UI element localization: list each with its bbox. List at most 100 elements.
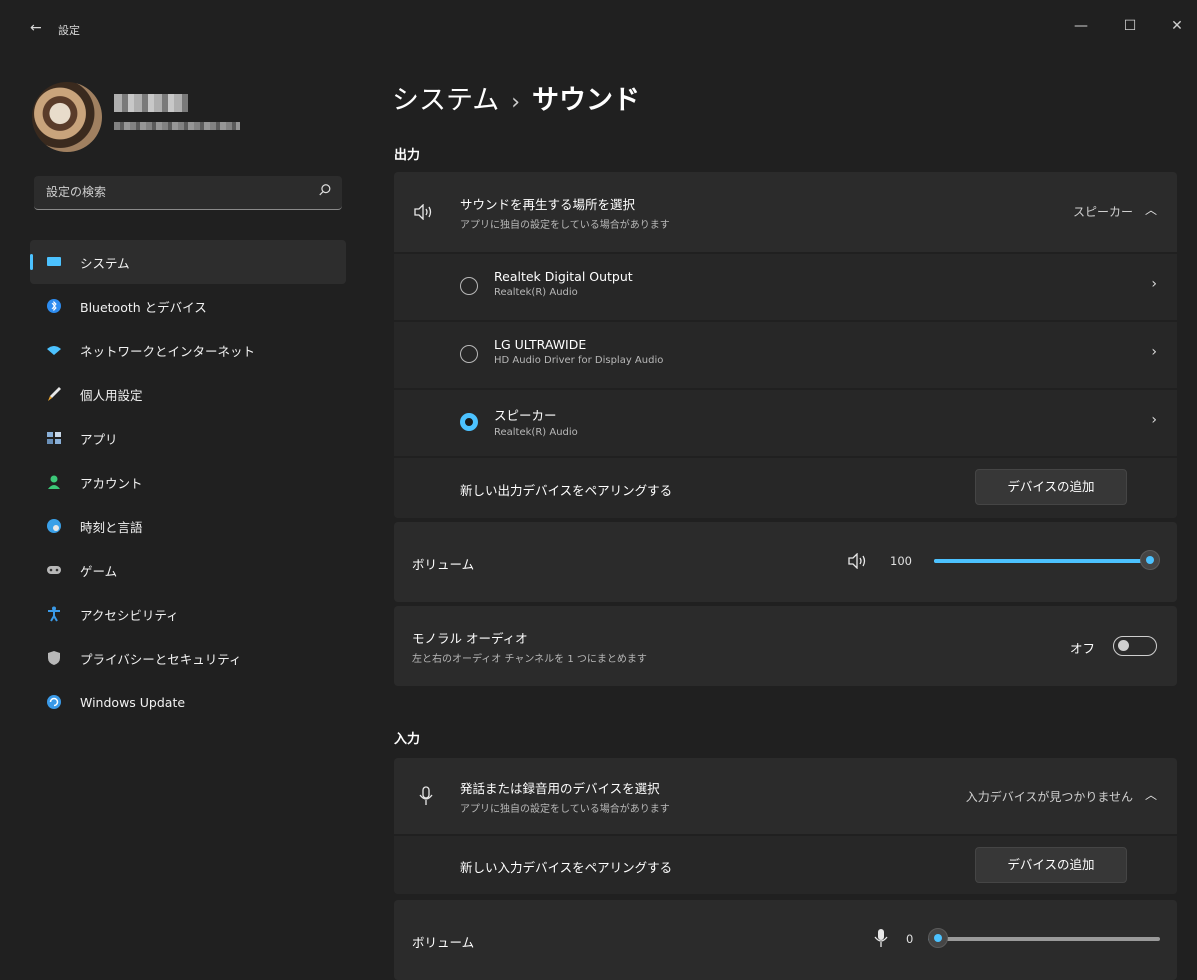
breadcrumb-parent[interactable]: システム: [392, 85, 499, 116]
mono-audio-card: モノラル オーディオ 左と右のオーディオ チャンネルを 1 つにまとめます オフ: [394, 606, 1177, 686]
add-input-device-button[interactable]: デバイスの追加: [975, 847, 1127, 883]
device-name: Realtek Digital Output: [494, 269, 633, 284]
display-icon: [46, 254, 62, 270]
radio-lg-ultrawide[interactable]: [460, 345, 478, 363]
radio-realtek-digital[interactable]: [460, 277, 478, 295]
output-volume-slider[interactable]: [934, 550, 1160, 572]
slider-track: [928, 937, 1160, 941]
app-title: 設定: [58, 24, 80, 37]
output-device-row[interactable]: LG ULTRAWIDE HD Audio Driver for Display…: [394, 322, 1177, 388]
bluetooth-icon: [46, 298, 62, 314]
sidebar-item-gaming[interactable]: ゲーム: [30, 548, 346, 592]
sidebar-item-label: 個人用設定: [80, 387, 143, 403]
output-section-header: 出力: [394, 148, 421, 163]
settings-window: ← 設定 — ☐ ✕ システム Bluetooth とデバイス ネットワークとイ…: [10, 8, 1197, 980]
output-device-row[interactable]: スピーカー Realtek(R) Audio ›: [394, 390, 1177, 456]
speaker-icon[interactable]: [848, 553, 870, 569]
input-section-header: 入力: [394, 732, 421, 747]
output-device-card: サウンドを再生する場所を選択 アプリに独自の設定をしている場合があります スピー…: [394, 172, 1177, 518]
sidebar-item-label: Windows Update: [80, 694, 186, 710]
pair-input-row: 新しい入力デバイスをペアリングする デバイスの追加: [394, 836, 1177, 894]
minimize-button[interactable]: —: [1066, 18, 1096, 34]
device-driver: Realtek(R) Audio: [494, 427, 578, 438]
update-icon: [46, 694, 62, 710]
user-name-blurred: [114, 94, 188, 112]
sidebar-item-label: アカウント: [80, 475, 143, 491]
mono-audio-title: モノラル オーディオ: [412, 631, 528, 646]
chevron-right-icon[interactable]: ›: [1151, 412, 1157, 428]
sidebar-item-accounts[interactable]: アカウント: [30, 460, 346, 504]
input-device-status: 入力デバイスが見つかりません: [965, 790, 1133, 804]
output-volume-card: ボリューム 100: [394, 522, 1177, 602]
sidebar-item-label: 時刻と言語: [80, 519, 143, 535]
shield-icon: [46, 650, 62, 666]
slider-thumb[interactable]: [928, 928, 948, 948]
input-volume-value: 0: [906, 932, 914, 946]
chevron-right-icon[interactable]: ›: [1151, 344, 1157, 360]
sidebar-item-privacy[interactable]: プライバシーとセキュリティ: [30, 636, 346, 680]
accessibility-icon: [46, 606, 62, 622]
output-select-header[interactable]: サウンドを再生する場所を選択 アプリに独自の設定をしている場合があります スピー…: [394, 172, 1177, 252]
sidebar-item-bluetooth[interactable]: Bluetooth とデバイス: [30, 284, 346, 328]
avatar[interactable]: [32, 82, 102, 152]
pair-input-label: 新しい入力デバイスをペアリングする: [460, 860, 673, 875]
input-select-title: 発話または録音用のデバイスを選択: [460, 781, 660, 796]
person-icon: [46, 474, 62, 490]
page-title: サウンド: [532, 85, 641, 116]
user-email-blurred: [114, 122, 240, 130]
input-volume-slider[interactable]: [928, 928, 1160, 950]
slider-thumb[interactable]: [1140, 550, 1160, 570]
search-icon[interactable]: [318, 183, 332, 197]
globe-clock-icon: [46, 518, 62, 534]
add-output-device-button[interactable]: デバイスの追加: [975, 469, 1127, 505]
device-name: LG ULTRAWIDE: [494, 337, 587, 352]
pair-output-label: 新しい出力デバイスをペアリングする: [460, 483, 673, 498]
sidebar-item-apps[interactable]: アプリ: [30, 416, 346, 460]
apps-icon: [46, 430, 62, 446]
microphone-icon[interactable]: [874, 928, 888, 948]
sidebar-item-label: プライバシーとセキュリティ: [80, 651, 242, 667]
settings-search-box[interactable]: [34, 176, 342, 210]
slider-fill: [934, 559, 1150, 563]
sidebar-item-system[interactable]: システム: [30, 240, 346, 284]
sidebar-item-time-language[interactable]: 時刻と言語: [30, 504, 346, 548]
sidebar-item-windows-update[interactable]: Windows Update: [30, 680, 346, 724]
chevron-up-icon[interactable]: ︿: [1145, 201, 1157, 218]
chevron-up-icon[interactable]: ︿: [1145, 786, 1157, 803]
close-button[interactable]: ✕: [1162, 18, 1192, 34]
back-arrow-icon[interactable]: ←: [30, 20, 42, 36]
input-volume-card: ボリューム 0: [394, 900, 1177, 980]
brush-icon: [46, 386, 62, 402]
sidebar-item-label: システム: [80, 255, 130, 271]
output-volume-label: ボリューム: [412, 557, 475, 572]
microphone-icon: [419, 786, 433, 805]
pair-output-row: 新しい出力デバイスをペアリングする デバイスの追加: [394, 458, 1177, 518]
sidebar-item-accessibility[interactable]: アクセシビリティ: [30, 592, 346, 636]
maximize-button[interactable]: ☐: [1115, 18, 1145, 34]
device-driver: Realtek(R) Audio: [494, 287, 578, 298]
output-volume-value: 100: [890, 554, 912, 568]
output-device-row[interactable]: Realtek Digital Output Realtek(R) Audio …: [394, 254, 1177, 320]
output-select-subtitle: アプリに独自の設定をしている場合があります: [460, 220, 670, 231]
input-volume-label: ボリューム: [412, 935, 475, 950]
device-driver: HD Audio Driver for Display Audio: [494, 355, 664, 366]
input-select-header[interactable]: 発話または録音用のデバイスを選択 アプリに独自の設定をしている場合があります 入…: [394, 758, 1177, 834]
radio-speaker[interactable]: [460, 413, 478, 431]
speaker-icon: [414, 204, 432, 220]
breadcrumb: システム › サウンド: [392, 78, 640, 117]
sidebar-item-label: ネットワークとインターネット: [80, 343, 256, 359]
mono-audio-toggle[interactable]: [1113, 636, 1157, 656]
mono-audio-subtitle: 左と右のオーディオ チャンネルを 1 つにまとめます: [412, 654, 647, 665]
search-input[interactable]: [44, 184, 308, 200]
sidebar-item-label: アクセシビリティ: [80, 607, 179, 623]
sidebar-item-label: ゲーム: [80, 563, 118, 579]
title-bar: ← 設定 — ☐ ✕: [10, 8, 1197, 52]
sidebar-item-personalization[interactable]: 個人用設定: [30, 372, 346, 416]
output-select-title: サウンドを再生する場所を選択: [460, 197, 636, 212]
chevron-right-icon[interactable]: ›: [1151, 276, 1157, 292]
wifi-icon: [46, 342, 62, 358]
sidebar-item-network[interactable]: ネットワークとインターネット: [30, 328, 346, 372]
input-select-subtitle: アプリに独自の設定をしている場合があります: [460, 804, 670, 815]
sidebar-item-label: アプリ: [80, 431, 118, 447]
active-indicator: [30, 254, 33, 270]
